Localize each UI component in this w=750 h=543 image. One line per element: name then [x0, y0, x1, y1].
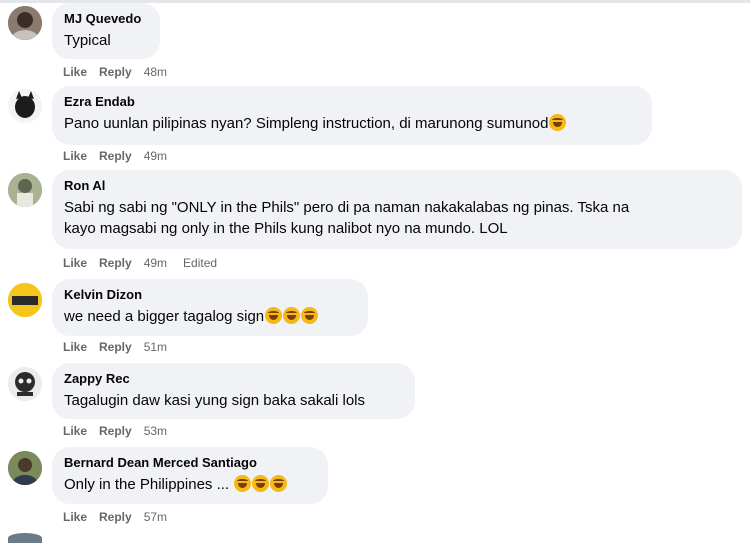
comment-author[interactable]: Ron Al	[64, 178, 730, 194]
reply-button[interactable]: Reply	[99, 340, 132, 354]
comment-bubble: MJ Quevedo Typical	[52, 3, 160, 59]
comment-author[interactable]: Zappy Rec	[64, 371, 403, 387]
like-button[interactable]: Like	[63, 149, 87, 163]
comment-actions: Like Reply 49m	[63, 149, 179, 163]
laughing-emoji-icon	[270, 475, 288, 492]
comment-author[interactable]: Bernard Dean Merced Santiago	[64, 455, 316, 471]
timestamp[interactable]: 49m	[144, 256, 167, 270]
comment-bubble: Ron Al Sabi ng sabi ng "ONLY in the Phil…	[52, 170, 742, 249]
reply-button[interactable]: Reply	[99, 149, 132, 163]
comment-text: Pano uunlan pilipinas nyan? Simpleng ins…	[64, 113, 640, 134]
comment-text: Tagalugin daw kasi yung sign baka sakali…	[64, 392, 366, 409]
timestamp[interactable]: 49m	[144, 149, 167, 163]
comment-bubble: Bernard Dean Merced Santiago Only in the…	[52, 447, 328, 504]
avatar[interactable]	[8, 283, 42, 317]
comment-actions: Like Reply 53m	[63, 424, 179, 438]
laughing-emoji-icon	[549, 114, 567, 131]
avatar[interactable]	[8, 367, 42, 401]
comment-actions: Like Reply 57m	[63, 510, 179, 524]
comment-author[interactable]: Kelvin Dizon	[64, 287, 356, 303]
timestamp[interactable]: 57m	[144, 510, 167, 524]
comment-actions: Like Reply 51m	[63, 340, 179, 354]
timestamp[interactable]: 53m	[144, 424, 167, 438]
next-comment-avatar[interactable]	[8, 533, 42, 543]
laughing-emoji-icon	[283, 307, 301, 324]
like-button[interactable]: Like	[63, 65, 87, 79]
reply-button[interactable]: Reply	[99, 510, 132, 524]
avatar[interactable]	[8, 173, 42, 207]
comment-bubble: Zappy Rec Tagalugin daw kasi yung sign b…	[52, 363, 415, 419]
timestamp[interactable]: 51m	[144, 340, 167, 354]
comment-author[interactable]: MJ Quevedo	[64, 11, 148, 27]
comment-bubble: Ezra Endab Pano uunlan pilipinas nyan? S…	[52, 86, 652, 145]
like-button[interactable]: Like	[63, 510, 87, 524]
comment-bubble: Kelvin Dizon we need a bigger tagalog si…	[52, 279, 368, 336]
comment-author[interactable]: Ezra Endab	[64, 94, 640, 110]
laughing-emoji-icon	[265, 307, 283, 324]
like-button[interactable]: Like	[63, 424, 87, 438]
comment-actions: Like Reply 49m Edited	[63, 256, 229, 270]
avatar[interactable]	[8, 89, 42, 123]
edited-label[interactable]: Edited	[183, 256, 217, 270]
laughing-emoji-icon	[234, 475, 252, 492]
reply-button[interactable]: Reply	[99, 256, 132, 270]
comment-text: we need a bigger tagalog sign	[64, 306, 356, 327]
like-button[interactable]: Like	[63, 256, 87, 270]
laughing-emoji-icon	[301, 307, 319, 324]
comment-text-line-2: kayo magsabi ng only in the Phils kung n…	[64, 220, 508, 237]
avatar[interactable]	[8, 451, 42, 485]
timestamp[interactable]: 48m	[144, 65, 167, 79]
comment-actions: Like Reply 48m	[63, 65, 179, 79]
avatar[interactable]	[8, 6, 42, 40]
reply-button[interactable]: Reply	[99, 65, 132, 79]
comment-text: Sabi ng sabi ng "ONLY in the Phils" pero…	[64, 199, 630, 216]
comment-text: Only in the Philippines ...	[64, 474, 316, 495]
reply-button[interactable]: Reply	[99, 424, 132, 438]
laughing-emoji-icon	[252, 475, 270, 492]
comment-text: Typical	[64, 32, 111, 49]
like-button[interactable]: Like	[63, 340, 87, 354]
